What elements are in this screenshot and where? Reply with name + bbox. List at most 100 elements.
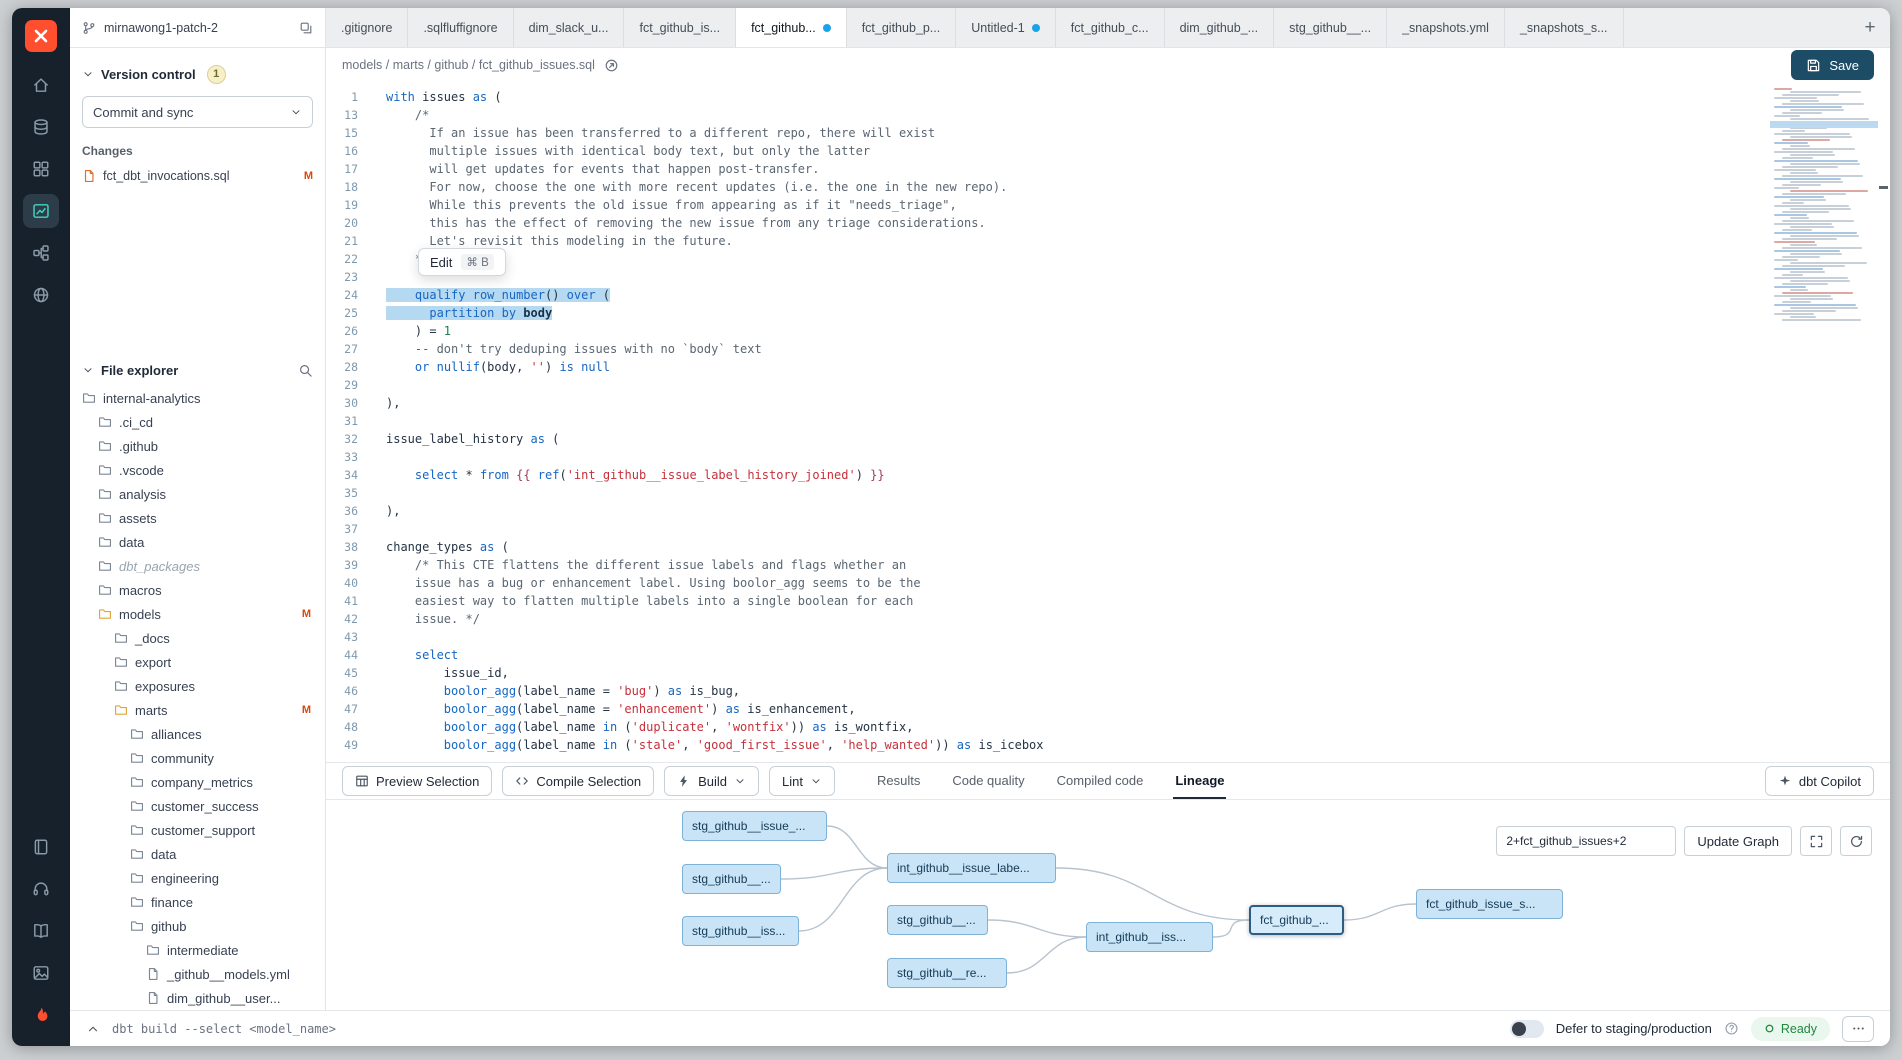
home-icon[interactable] bbox=[23, 68, 59, 102]
deploy-icon[interactable] bbox=[23, 236, 59, 270]
panel-tab-lineage[interactable]: Lineage bbox=[1173, 763, 1226, 799]
file-tree-item[interactable]: intermediate bbox=[70, 938, 325, 962]
code-line[interactable]: 31 bbox=[326, 412, 1890, 430]
editor-tab[interactable]: fct_github_c... bbox=[1056, 8, 1165, 47]
changed-file-item[interactable]: fct_dbt_invocations.sqlM bbox=[82, 164, 313, 188]
editor-tab[interactable]: .gitignore bbox=[326, 8, 408, 47]
editor-tab[interactable]: stg_github__... bbox=[1274, 8, 1387, 47]
file-tree-item[interactable]: data bbox=[70, 842, 325, 866]
lineage-selector-input[interactable] bbox=[1496, 826, 1676, 856]
code-line[interactable]: 47 boolor_agg(label_name = 'enhancement'… bbox=[326, 700, 1890, 718]
file-tree-item[interactable]: finance bbox=[70, 890, 325, 914]
warehouse-icon[interactable] bbox=[23, 110, 59, 144]
code-line[interactable]: 46 boolor_agg(label_name = 'bug') as is_… bbox=[326, 682, 1890, 700]
open-link-icon[interactable] bbox=[604, 58, 619, 73]
code-line[interactable]: 43 bbox=[326, 628, 1890, 646]
code-line[interactable]: 44 select bbox=[326, 646, 1890, 664]
code-line[interactable]: 27 -- don't try deduping issues with no … bbox=[326, 340, 1890, 358]
file-tree-item[interactable]: _docs bbox=[70, 626, 325, 650]
update-graph-button[interactable]: Update Graph bbox=[1684, 826, 1792, 856]
lineage-node[interactable]: stg_github__... bbox=[682, 864, 781, 894]
editor-tab[interactable]: fct_github_is... bbox=[624, 8, 736, 47]
editor-tab[interactable]: dim_slack_u... bbox=[514, 8, 625, 47]
file-tree-item[interactable]: customer_support bbox=[70, 818, 325, 842]
code-line[interactable]: 37 bbox=[326, 520, 1890, 538]
help-icon[interactable] bbox=[1724, 1021, 1739, 1036]
file-tree-item[interactable]: dim_github__user... bbox=[70, 986, 325, 1010]
docs-icon[interactable] bbox=[23, 914, 59, 948]
explore-icon[interactable] bbox=[23, 278, 59, 312]
file-tree-item[interactable]: martsM bbox=[70, 698, 325, 722]
code-line[interactable]: 49 boolor_agg(label_name in ('stale', 'g… bbox=[326, 736, 1890, 754]
code-editor[interactable]: 1with issues as (13 /*15 If an issue has… bbox=[326, 82, 1890, 762]
file-tree-item[interactable]: dbt_packages bbox=[70, 554, 325, 578]
file-tree-item[interactable]: company_metrics bbox=[70, 770, 325, 794]
save-button[interactable]: Save bbox=[1791, 50, 1874, 80]
file-explorer-header[interactable]: File explorer bbox=[70, 356, 325, 384]
build-button[interactable]: Build bbox=[664, 766, 759, 796]
code-line[interactable]: 24 qualify row_number() over ( bbox=[326, 286, 1890, 304]
dbt-copilot-button[interactable]: dbt Copilot bbox=[1765, 766, 1874, 796]
code-line[interactable]: 48 boolor_agg(label_name in ('duplicate'… bbox=[326, 718, 1890, 736]
file-tree-item[interactable]: _github__models.yml bbox=[70, 962, 325, 986]
editor-tab[interactable]: .sqlfluffignore bbox=[408, 8, 513, 47]
editor-tab[interactable]: _snapshots.yml bbox=[1387, 8, 1505, 47]
code-line[interactable]: 38change_types as ( bbox=[326, 538, 1890, 556]
refresh-icon[interactable] bbox=[1840, 826, 1872, 856]
editor-scrollbar[interactable] bbox=[1879, 82, 1888, 762]
code-line[interactable]: 23 bbox=[326, 268, 1890, 286]
file-tree-item[interactable]: github bbox=[70, 914, 325, 938]
file-tree-item[interactable]: engineering bbox=[70, 866, 325, 890]
expand-command-bar-icon[interactable] bbox=[86, 1022, 100, 1036]
panel-tab-code-quality[interactable]: Code quality bbox=[950, 763, 1026, 799]
defer-toggle[interactable] bbox=[1510, 1020, 1544, 1038]
code-line[interactable]: 16 multiple issues with identical body t… bbox=[326, 142, 1890, 160]
lineage-node[interactable]: int_github__iss... bbox=[1086, 922, 1213, 952]
code-line[interactable]: 40 issue has a bug or enhancement label.… bbox=[326, 574, 1890, 592]
code-line[interactable]: 29 bbox=[326, 376, 1890, 394]
file-tree-item[interactable]: export bbox=[70, 650, 325, 674]
fullscreen-icon[interactable] bbox=[1800, 826, 1832, 856]
lineage-node[interactable]: stg_github__iss... bbox=[682, 916, 799, 946]
lint-button[interactable]: Lint bbox=[769, 766, 835, 796]
code-line[interactable]: 33 bbox=[326, 448, 1890, 466]
compile-selection-button[interactable]: Compile Selection bbox=[502, 766, 654, 796]
file-tree-item[interactable]: exposures bbox=[70, 674, 325, 698]
file-tree-item[interactable]: data bbox=[70, 530, 325, 554]
file-tree-item[interactable]: internal-analytics bbox=[70, 386, 325, 410]
lineage-node[interactable]: fct_github_... bbox=[1249, 905, 1344, 935]
code-line[interactable]: 42 issue. */ bbox=[326, 610, 1890, 628]
lineage-node[interactable]: fct_github_issue_s... bbox=[1416, 889, 1563, 919]
version-control-header[interactable]: Version control 1 bbox=[82, 60, 313, 88]
file-tree-item[interactable]: .github bbox=[70, 434, 325, 458]
code-line[interactable]: 30), bbox=[326, 394, 1890, 412]
commit-and-sync-button[interactable]: Commit and sync bbox=[82, 96, 313, 128]
dbt-logo-icon[interactable] bbox=[25, 20, 57, 52]
code-line[interactable]: 41 easiest way to flatten multiple label… bbox=[326, 592, 1890, 610]
code-line[interactable]: 25 partition by body bbox=[326, 304, 1890, 322]
code-line[interactable]: 22 */ bbox=[326, 250, 1890, 268]
code-line[interactable]: 28 or nullif(body, '') is null bbox=[326, 358, 1890, 376]
lineage-node[interactable]: stg_github__re... bbox=[887, 958, 1007, 988]
code-line[interactable]: 26 ) = 1 bbox=[326, 322, 1890, 340]
code-line[interactable]: 35 bbox=[326, 484, 1890, 502]
code-line[interactable]: 19 While this prevents the old issue fro… bbox=[326, 196, 1890, 214]
editor-tab[interactable]: _snapshots_s... bbox=[1505, 8, 1624, 47]
file-tree-item[interactable]: customer_success bbox=[70, 794, 325, 818]
code-line[interactable]: 45 issue_id, bbox=[326, 664, 1890, 682]
file-tree-item[interactable]: modelsM bbox=[70, 602, 325, 626]
code-line[interactable]: 32issue_label_history as ( bbox=[326, 430, 1890, 448]
editor-tab[interactable]: dim_github_... bbox=[1165, 8, 1275, 47]
more-options-button[interactable] bbox=[1842, 1016, 1874, 1042]
code-line[interactable]: 39 /* This CTE flattens the different is… bbox=[326, 556, 1890, 574]
search-icon[interactable] bbox=[298, 363, 313, 378]
code-line[interactable]: 21 Let's revisit this modeling in the fu… bbox=[326, 232, 1890, 250]
edit-popup[interactable]: Edit ⌘ B bbox=[418, 248, 506, 276]
cli-command[interactable]: dbt build --select <model_name> bbox=[112, 1022, 336, 1036]
code-line[interactable]: 1with issues as ( bbox=[326, 88, 1890, 106]
lineage-node[interactable]: stg_github__... bbox=[887, 905, 988, 935]
file-tree-item[interactable]: .vscode bbox=[70, 458, 325, 482]
file-tree-item[interactable]: macros bbox=[70, 578, 325, 602]
preview-selection-button[interactable]: Preview Selection bbox=[342, 766, 492, 796]
code-line[interactable]: 20 this has the effect of removing the n… bbox=[326, 214, 1890, 232]
